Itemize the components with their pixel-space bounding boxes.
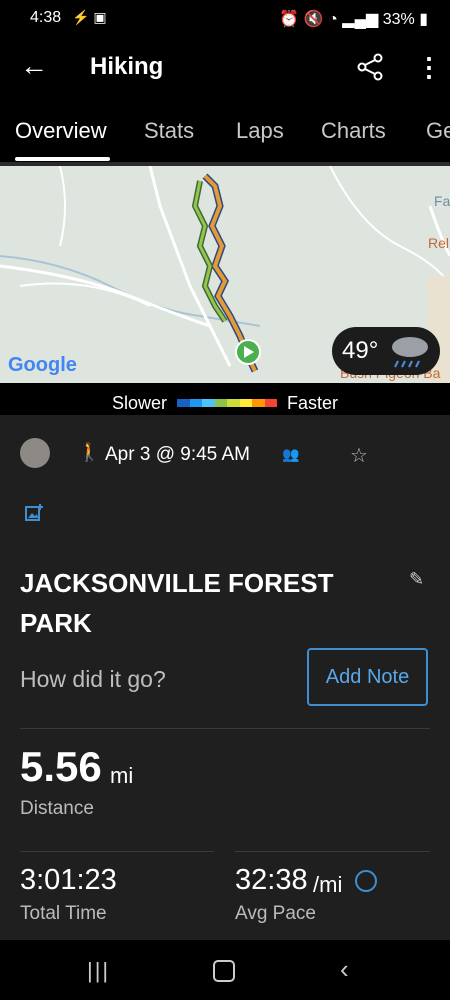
hiking-icon: 🚶 <box>78 442 101 462</box>
back-arrow-icon[interactable]: ← <box>20 50 48 82</box>
tab-stats[interactable]: Stats <box>144 118 194 144</box>
pace-color-swatch <box>264 399 277 407</box>
app-bar: ← Hiking ⋮ <box>0 38 450 96</box>
avatar[interactable] <box>20 438 50 468</box>
recent-apps-icon[interactable]: ||| <box>87 958 110 984</box>
status-time: 4:38 <box>30 9 62 26</box>
star-icon[interactable]: ☆ <box>350 443 368 468</box>
weather-badge: 49° <box>332 327 440 375</box>
alarm-icon: ⏰ <box>279 11 300 28</box>
tab-overview[interactable]: Overview <box>15 118 107 144</box>
page-title: Hiking <box>90 53 164 80</box>
pace-color-swatch <box>189 399 202 407</box>
legend-faster-label: Faster <box>287 393 339 413</box>
pace-color-swatch <box>239 399 252 407</box>
activity-date: Apr 3 @ 9:45 AM <box>105 444 250 465</box>
system-nav-bar: ||| ‹ <box>0 940 450 1000</box>
divider <box>20 728 430 729</box>
battery-icon: ▮ <box>419 11 428 28</box>
map-place-label: Fa <box>434 193 450 209</box>
status-bar: 4:38 ⚡ ▣ ⏰ 🔇 ◔ ▂▄▆ 33% ▮ <box>0 0 450 38</box>
tab-laps[interactable]: Laps <box>236 118 284 144</box>
pace-color-bar <box>177 399 277 407</box>
mute-icon: 🔇 <box>303 11 324 28</box>
pace-info-icon[interactable] <box>355 870 377 892</box>
add-photo-icon[interactable] <box>24 503 44 528</box>
divider <box>20 851 214 852</box>
wifi-icon: ◔ <box>328 11 338 28</box>
share-icon[interactable] <box>356 53 384 86</box>
activity-overview: 🚶 Apr 3 @ 9:45 AM 👥 ☆ JACKSONVILLE FORES… <box>0 415 450 940</box>
notification-icons: ⚡ ▣ <box>72 9 107 25</box>
activity-name: JACKSONVILLE FOREST PARK <box>20 568 334 638</box>
status-right: ⏰ 🔇 ◔ ▂▄▆ 33% ▮ <box>279 9 428 29</box>
avg-pace-value: 32:38 <box>235 864 308 896</box>
google-logo: Google <box>8 354 77 376</box>
tab-gear[interactable]: Ge <box>426 118 450 144</box>
pace-color-swatch <box>202 399 215 407</box>
distance-label: Distance <box>20 798 94 819</box>
signal-icon: ▂▄▆ <box>342 11 379 28</box>
divider <box>235 851 430 852</box>
avg-pace-unit: /mi <box>313 872 343 897</box>
weather-temperature: 49° <box>342 337 379 364</box>
distance-unit: mi <box>110 763 134 788</box>
more-options-icon[interactable]: ⋮ <box>416 52 442 83</box>
rain-cloud-icon <box>388 333 432 374</box>
pace-color-swatch <box>214 399 227 407</box>
home-icon[interactable] <box>213 960 235 982</box>
people-icon[interactable]: 👥 <box>282 446 299 463</box>
system-back-icon[interactable]: ‹ <box>340 954 349 985</box>
legend-slower-label: Slower <box>112 393 168 413</box>
pace-color-swatch <box>177 399 190 407</box>
tab-bar: Overview Stats Laps Charts Ge <box>0 106 450 166</box>
active-tab-indicator <box>15 157 110 161</box>
distance-value: 5.56 <box>20 743 102 790</box>
total-time-label: Total Time <box>20 903 107 924</box>
tab-charts[interactable]: Charts <box>321 118 386 144</box>
pace-color-swatch <box>252 399 265 407</box>
note-prompt: How did it go? <box>20 666 166 692</box>
pace-legend: Slower Faster <box>0 393 450 415</box>
add-note-button[interactable]: Add Note <box>307 648 428 706</box>
pace-color-swatch <box>227 399 240 407</box>
avg-pace-label: Avg Pace <box>235 903 316 924</box>
total-time-value: 3:01:23 <box>20 864 117 896</box>
battery-level: 33% <box>382 11 415 28</box>
map-place-label: Rel <box>428 235 449 251</box>
edit-pencil-icon[interactable]: ✎ <box>409 569 424 590</box>
